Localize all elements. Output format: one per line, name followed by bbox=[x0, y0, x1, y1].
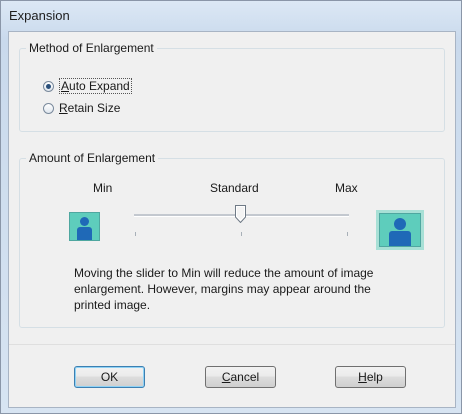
slider-thumb[interactable] bbox=[235, 205, 246, 223]
help-button[interactable]: Help bbox=[335, 366, 406, 388]
dialog-body: Method of Enlargement Auto Expand Retain… bbox=[8, 31, 456, 408]
radio-auto-expand-text: uto Expand bbox=[69, 79, 130, 93]
window-title: Expansion bbox=[9, 8, 70, 23]
help-button-label: elp bbox=[366, 370, 383, 384]
slider-min-label: Min bbox=[93, 181, 113, 195]
min-preview-head bbox=[80, 217, 89, 226]
method-group-title: Method of Enlargement bbox=[26, 41, 157, 55]
radio-auto-expand-indicator[interactable] bbox=[43, 80, 54, 92]
max-preview-head bbox=[394, 218, 406, 230]
slider-max-label: Max bbox=[335, 181, 358, 195]
enlargement-description: Moving the slider to Min will reduce the… bbox=[74, 266, 374, 312]
title-bar[interactable]: Expansion bbox=[1, 1, 461, 29]
min-preview-body bbox=[77, 227, 92, 240]
cancel-button[interactable]: Cancel bbox=[205, 366, 276, 388]
radio-retain-size-text: etain Size bbox=[67, 101, 121, 115]
min-preview-icon bbox=[69, 212, 100, 241]
max-preview-body bbox=[389, 231, 411, 246]
slider-standard-label: Standard bbox=[210, 181, 259, 195]
radio-auto-expand-label[interactable]: Auto Expand bbox=[59, 78, 132, 94]
expansion-dialog: Expansion Method of Enlargement Auto Exp… bbox=[0, 0, 462, 414]
ok-button[interactable]: OK bbox=[74, 366, 145, 388]
max-preview-icon bbox=[376, 210, 424, 250]
radio-retain-size-label[interactable]: Retain Size bbox=[59, 101, 120, 115]
method-of-enlargement-group: Method of Enlargement Auto Expand Retain… bbox=[19, 41, 445, 132]
slider-tick-standard bbox=[241, 232, 242, 236]
slider-tick-min bbox=[135, 232, 136, 236]
button-separator bbox=[9, 344, 455, 345]
radio-retain-size-indicator[interactable] bbox=[43, 102, 54, 114]
amount-group-title: Amount of Enlargement bbox=[26, 151, 159, 165]
cancel-button-label: ancel bbox=[230, 370, 260, 384]
radio-retain-size[interactable]: Retain Size bbox=[43, 100, 120, 116]
radio-auto-expand[interactable]: Auto Expand bbox=[43, 78, 132, 94]
slider-tick-max bbox=[347, 232, 348, 236]
